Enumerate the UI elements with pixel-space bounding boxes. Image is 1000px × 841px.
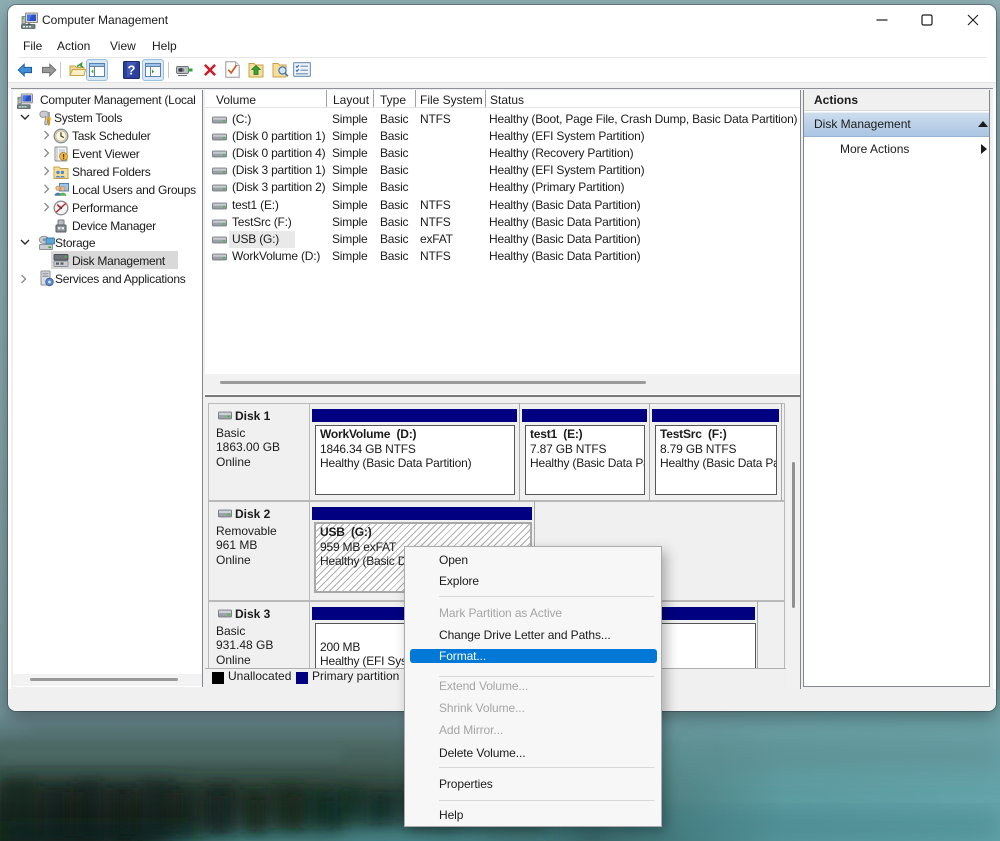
svg-text:?: ? [128,63,136,78]
